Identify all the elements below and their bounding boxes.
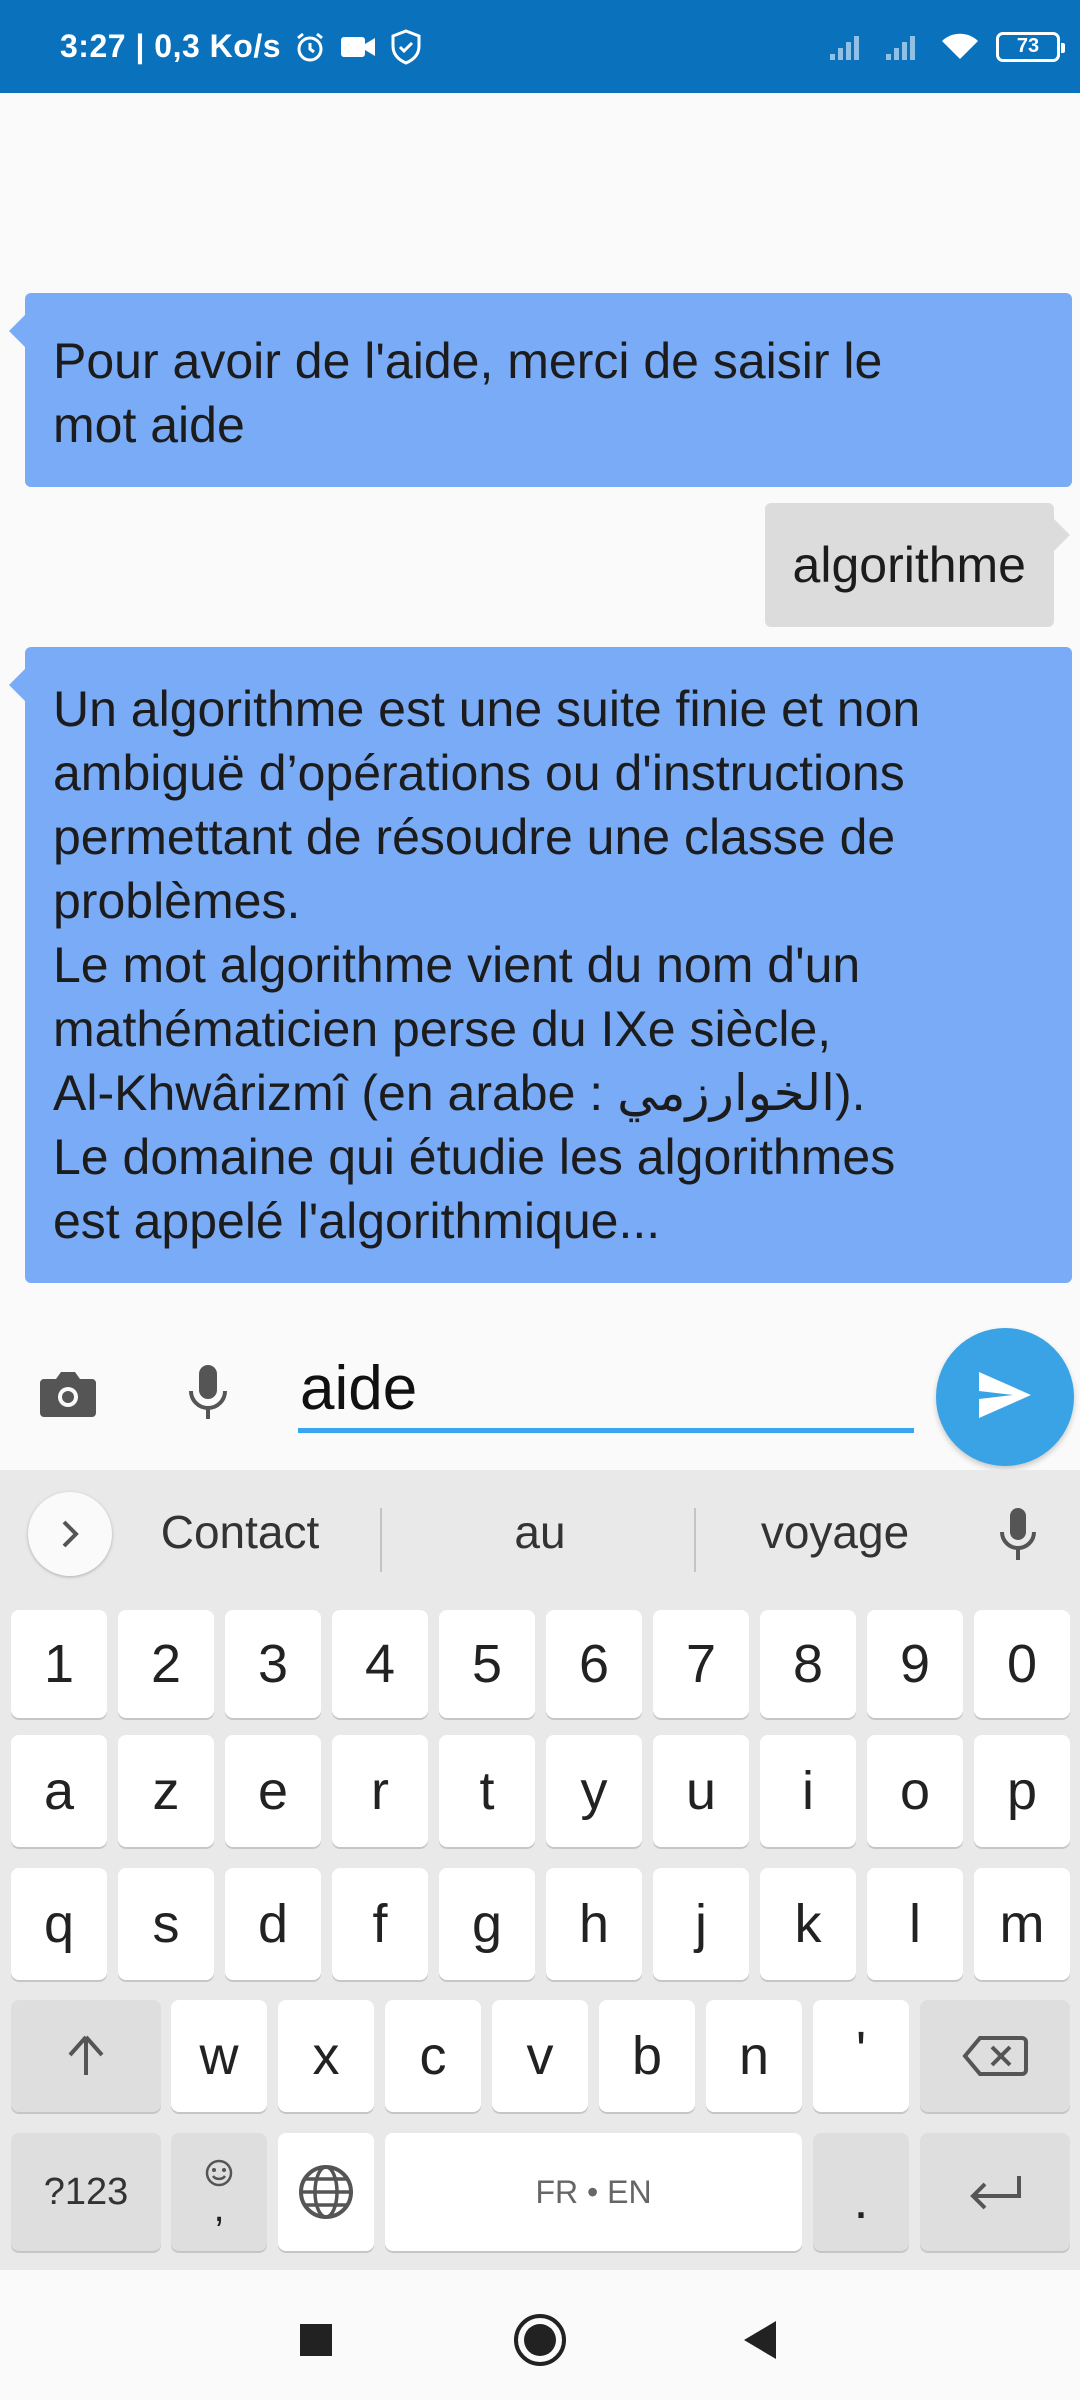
message-text: algorithme	[792, 537, 1026, 593]
back-button[interactable]	[720, 2300, 800, 2380]
key-c[interactable]: c	[385, 2000, 481, 2112]
chat-area[interactable]: Pour avoir de l'aide, merci de saisir le…	[0, 93, 1080, 1313]
shift-key[interactable]	[11, 2000, 161, 2112]
key-k[interactable]: k	[760, 1868, 856, 1980]
key-s[interactable]: s	[118, 1868, 214, 1980]
key-8[interactable]: 8	[760, 1610, 856, 1718]
send-button[interactable]	[936, 1328, 1074, 1466]
enter-icon	[970, 2176, 1021, 2210]
key-4[interactable]: 4	[332, 1610, 428, 1718]
key-z[interactable]: z	[118, 1735, 214, 1847]
globe-icon	[299, 2165, 353, 2219]
language-key[interactable]	[278, 2133, 374, 2251]
emoji-comma-key[interactable]: ,	[171, 2133, 267, 2251]
backspace-icon	[962, 2036, 1028, 2076]
microphone-icon[interactable]	[170, 1355, 246, 1431]
battery-icon: 73	[996, 31, 1065, 62]
bot-message: Pour avoir de l'aide, merci de saisir le…	[9, 293, 1072, 487]
key-p[interactable]: p	[974, 1735, 1070, 1847]
comma-label: ,	[213, 2186, 225, 2230]
keyboard: Contact au voyage 1 2 3 4 5 6 7 8 9 0 a …	[0, 1470, 1080, 2270]
key-x[interactable]: x	[278, 2000, 374, 2112]
backspace-key[interactable]	[920, 2000, 1070, 2112]
key-o[interactable]: o	[867, 1735, 963, 1847]
enter-key[interactable]	[920, 2133, 1070, 2251]
message-input-row	[0, 1313, 1080, 1470]
key-d[interactable]: d	[225, 1868, 321, 1980]
user-message: algorithme	[764, 503, 1071, 627]
navigation-bar	[0, 2270, 1080, 2400]
key-7[interactable]: 7	[653, 1610, 749, 1718]
key-m[interactable]: m	[974, 1868, 1070, 1980]
send-icon	[975, 1368, 1035, 1427]
key-5[interactable]: 5	[439, 1610, 535, 1718]
expand-toolbar-button[interactable]	[28, 1492, 112, 1576]
video-icon	[339, 32, 377, 62]
battery-level: 73	[1016, 35, 1040, 57]
voice-input-icon[interactable]	[986, 1500, 1050, 1570]
signal-icon	[828, 32, 868, 62]
camera-icon[interactable]	[30, 1355, 106, 1431]
status-time-speed: 3:27 | 0,3 Ko/s	[60, 28, 281, 64]
alarm-icon	[293, 30, 327, 64]
suggestion-bar: Contact au voyage	[0, 1470, 1080, 1592]
wifi-icon	[940, 31, 980, 63]
key-i[interactable]: i	[760, 1735, 856, 1847]
suggestion-divider	[380, 1508, 382, 1572]
status-bar: 3:27 | 0,3 Ko/s 73	[0, 0, 1080, 93]
key-1[interactable]: 1	[11, 1610, 107, 1718]
key-u[interactable]: u	[653, 1735, 749, 1847]
key-v[interactable]: v	[492, 2000, 588, 2112]
bot-message: Un algorithme est une suite finie et non…	[9, 647, 1072, 1283]
key-j[interactable]: j	[653, 1868, 749, 1980]
shield-icon	[389, 28, 423, 65]
message-text: Un algorithme est une suite finie et non…	[53, 681, 921, 1249]
home-button[interactable]	[500, 2300, 580, 2380]
key-f[interactable]: f	[332, 1868, 428, 1980]
key-t[interactable]: t	[439, 1735, 535, 1847]
period-key[interactable]: .	[813, 2133, 909, 2251]
key-b[interactable]: b	[599, 2000, 695, 2112]
key-w[interactable]: w	[171, 2000, 267, 2112]
key-h[interactable]: h	[546, 1868, 642, 1980]
key-n[interactable]: n	[706, 2000, 802, 2112]
key-a[interactable]: a	[11, 1735, 107, 1847]
message-text: Pour avoir de l'aide, merci de saisir le…	[53, 333, 883, 453]
suggestion-item[interactable]: Contact	[135, 1490, 345, 1574]
key-0[interactable]: 0	[974, 1610, 1070, 1718]
key-l[interactable]: l	[867, 1868, 963, 1980]
symbols-key[interactable]: ?123	[11, 2133, 161, 2251]
key-y[interactable]: y	[546, 1735, 642, 1847]
message-input[interactable]	[298, 1348, 914, 1433]
key-g[interactable]: g	[439, 1868, 535, 1980]
key-apostrophe[interactable]: '	[813, 2000, 909, 2112]
suggestion-divider	[694, 1508, 696, 1572]
key-2[interactable]: 2	[118, 1610, 214, 1718]
arrow-up-icon	[68, 2035, 104, 2075]
recents-button[interactable]	[276, 2300, 356, 2380]
key-e[interactable]: e	[225, 1735, 321, 1847]
suggestion-item[interactable]: au	[420, 1490, 660, 1574]
key-r[interactable]: r	[332, 1735, 428, 1847]
chevron-right-icon	[62, 1520, 79, 1548]
square-icon	[300, 2324, 332, 2356]
circle-icon	[514, 2314, 566, 2366]
signal-icon	[884, 32, 924, 62]
suggestion-item[interactable]: voyage	[720, 1490, 950, 1574]
space-key[interactable]: FR • EN	[385, 2133, 802, 2251]
key-3[interactable]: 3	[225, 1610, 321, 1718]
emoji-icon	[205, 2159, 233, 2187]
key-9[interactable]: 9	[867, 1610, 963, 1718]
key-q[interactable]: q	[11, 1868, 107, 1980]
key-6[interactable]: 6	[546, 1610, 642, 1718]
back-triangle-icon	[744, 2321, 776, 2359]
